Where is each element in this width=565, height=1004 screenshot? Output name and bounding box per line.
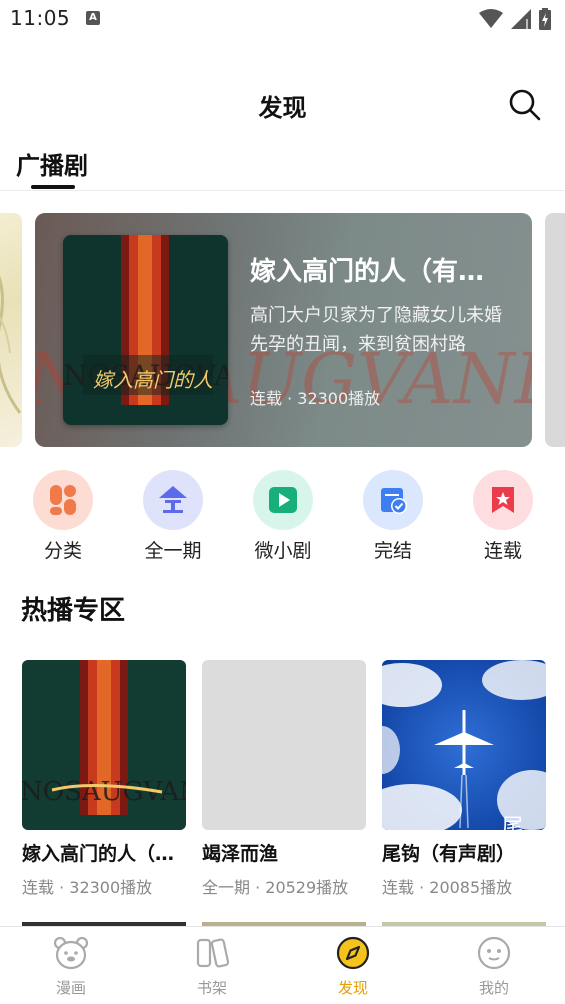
card-title: 嫁入高门的人（…	[22, 843, 175, 865]
category-classify[interactable]: 分类	[8, 470, 118, 563]
card-meta: 连载 · 20085播放	[382, 878, 513, 897]
status-time: 11:05	[10, 6, 71, 30]
category-row: 分类 全一期 微小剧 完结 连载	[0, 470, 565, 562]
banner-title: 嫁入高门的人（有…	[250, 257, 485, 287]
category-label: 分类	[43, 540, 82, 562]
category-serial[interactable]: 连载	[448, 470, 558, 563]
hot-card[interactable]: NOSAUGVANEND 嫁入高门的人（… 连载 · 32300播放	[22, 660, 186, 898]
page-title: 发现	[258, 94, 307, 122]
battery-icon	[539, 8, 551, 30]
bookmark-star-icon	[473, 470, 533, 530]
category-mini[interactable]: 微小剧	[228, 470, 338, 563]
banner-description: 高门大户贝家为了隐藏女儿未婚先孕的丑闻，来到贫困村路	[250, 305, 502, 355]
bottom-nav: 漫画 书架 发现 我的	[0, 926, 565, 1004]
tab-radio-drama[interactable]: 广播剧	[16, 146, 88, 181]
pills-icon	[33, 470, 93, 530]
banner-carousel[interactable]: NOSAUGVANENDEREL NOSAUGVANEN 嫁入高门的人 嫁入高门…	[0, 213, 565, 447]
category-label: 连载	[483, 540, 522, 562]
card-cover-text: 尾钩	[498, 815, 524, 830]
card-title: 尾钩（有声剧）	[382, 843, 516, 865]
nav-discover[interactable]: 发现	[308, 935, 398, 998]
banner-cover-text: 嫁入高门的人	[93, 368, 213, 392]
nav-profile[interactable]: 我的	[449, 935, 539, 998]
card-meta: 全一期 · 20529播放	[202, 878, 349, 897]
search-button[interactable]	[508, 88, 542, 122]
card-cover-image: 尾钩	[382, 660, 546, 830]
category-finished[interactable]: 完结	[338, 470, 448, 563]
calendar-check-icon	[363, 470, 423, 530]
tab-bar: 广播剧	[0, 142, 565, 191]
banner-meta: 连载 · 32300播放	[250, 389, 381, 408]
tab-indicator	[31, 185, 75, 189]
wifi-icon	[479, 9, 503, 28]
card-meta: 连载 · 32300播放	[22, 878, 153, 897]
search-icon	[509, 89, 541, 121]
category-label: 完结	[373, 540, 412, 562]
status-icons	[479, 8, 551, 30]
signal-icon	[511, 9, 531, 29]
nav-label: 发现	[337, 979, 368, 997]
banner-cover-image: NOSAUGVANEN 嫁入高门的人	[63, 235, 228, 425]
banner-prev-card[interactable]	[0, 213, 22, 447]
banner-next-card[interactable]	[545, 213, 565, 447]
bookshelf-icon	[194, 935, 230, 971]
category-label: 微小剧	[254, 540, 312, 562]
nav-label: 漫画	[55, 979, 86, 997]
card-cover-placeholder	[202, 660, 366, 830]
all-icon	[143, 470, 203, 530]
nav-label: 我的	[478, 979, 509, 997]
category-label: 全一期	[144, 540, 202, 562]
nav-comics[interactable]: 漫画	[26, 935, 116, 998]
compass-icon	[335, 935, 371, 971]
header: 发现	[0, 80, 565, 128]
hot-card[interactable]: 尾钩 尾钩（有声剧） 连载 · 20085播放	[382, 660, 546, 898]
smiley-face-icon	[476, 935, 512, 971]
card-cover-image: NOSAUGVANEND	[22, 660, 186, 830]
nav-label: 书架	[196, 979, 227, 997]
nav-bookshelf[interactable]: 书架	[167, 935, 257, 998]
play-icon	[253, 470, 313, 530]
banner-card[interactable]: NOSAUGVANENDEREL NOSAUGVANEN 嫁入高门的人 嫁入高门…	[35, 213, 532, 447]
category-full[interactable]: 全一期	[118, 470, 228, 563]
hot-card-list: NOSAUGVANEND 嫁入高门的人（… 连载 · 32300播放 竭泽而渔 …	[0, 660, 565, 900]
notification-icon: A	[86, 11, 100, 25]
hot-card[interactable]: 竭泽而渔 全一期 · 20529播放	[202, 660, 366, 898]
card-title: 竭泽而渔	[202, 843, 279, 865]
bear-face-icon	[53, 935, 89, 971]
section-title-hot: 热播专区	[21, 596, 126, 626]
status-bar: 11:05 A	[0, 0, 565, 40]
